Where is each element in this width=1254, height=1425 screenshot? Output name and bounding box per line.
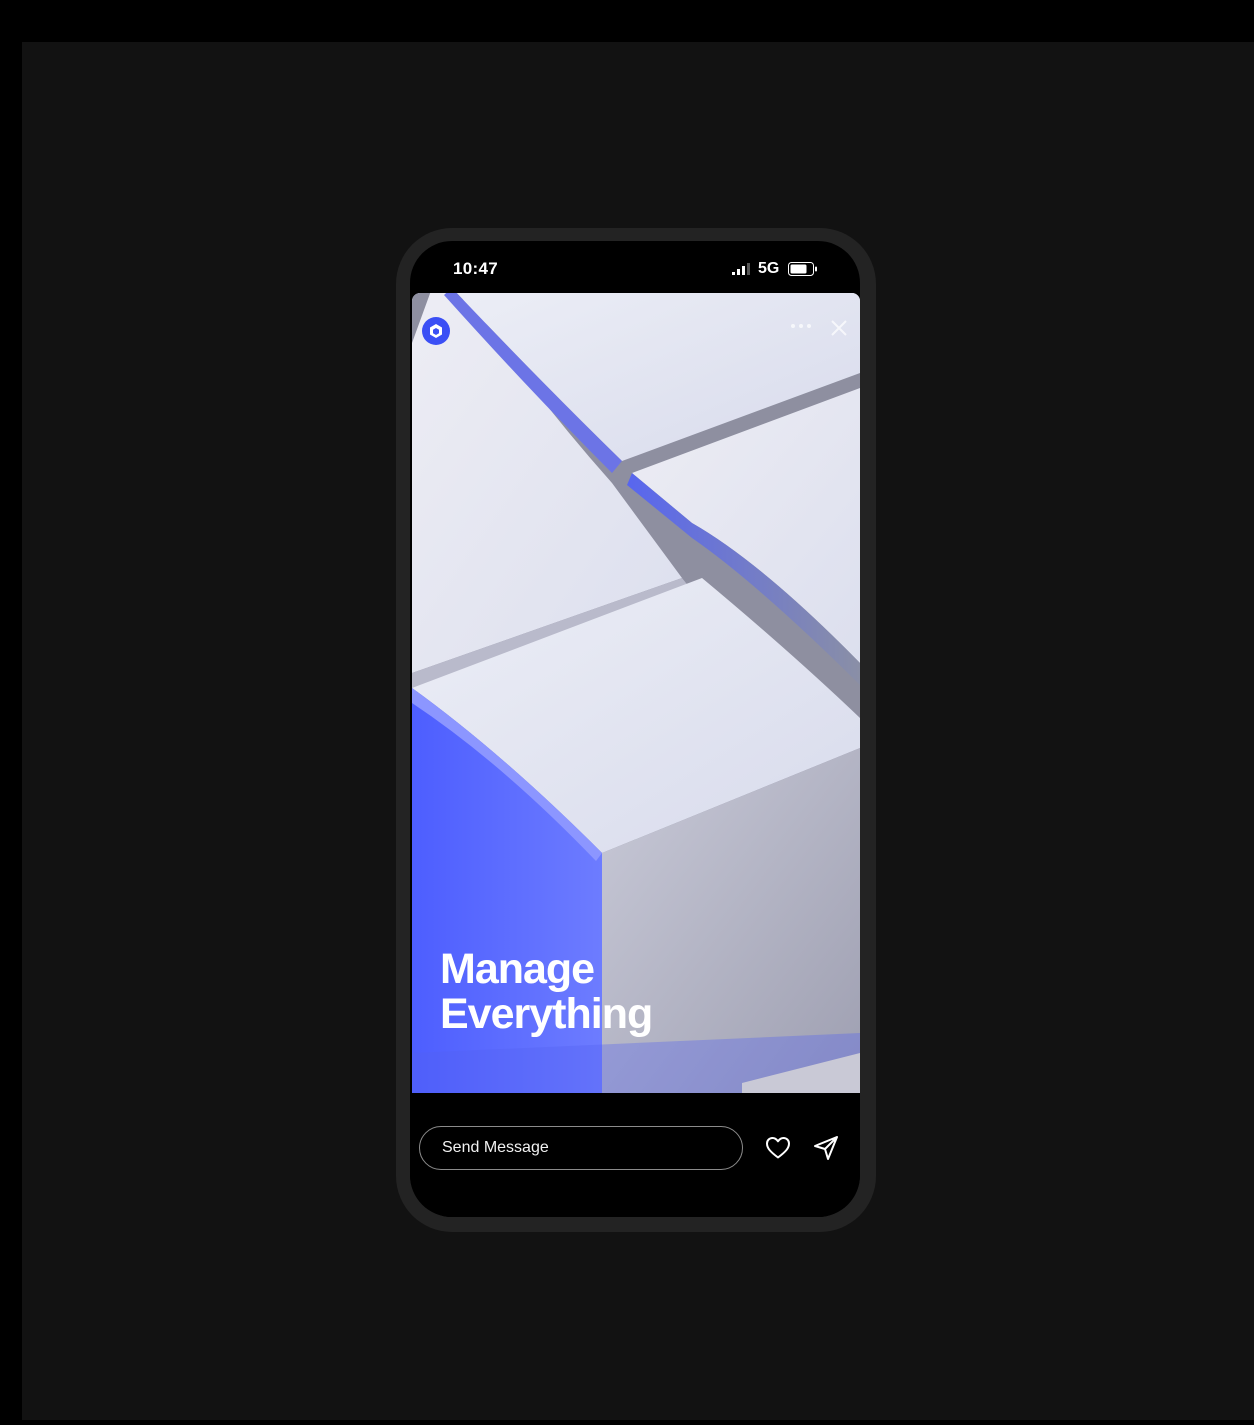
network-label: 5G: [758, 260, 780, 277]
brand-logo-icon[interactable]: [422, 317, 450, 345]
send-message-input[interactable]: [419, 1126, 743, 1170]
heart-icon: [766, 1137, 790, 1159]
signal-icon: [732, 263, 750, 275]
story-card[interactable]: Manage Everything: [412, 293, 860, 1093]
battery-icon: [788, 262, 817, 276]
status-time: 10:47: [453, 259, 498, 278]
close-icon[interactable]: [830, 319, 848, 337]
share-button[interactable]: [811, 1133, 841, 1163]
headline-line-2: Everything: [440, 990, 653, 1038]
story-headline: Manage Everything: [440, 945, 653, 1038]
more-icon[interactable]: [790, 323, 812, 329]
story-footer: [410, 1093, 860, 1217]
status-bar: 10:47 5G: [410, 241, 860, 293]
phone-frame: 10:47 5G Manage Everything Send Message: [396, 228, 876, 1232]
phone-screen: 10:47 5G Manage Everything Send Message: [410, 241, 860, 1217]
headline-line-1: Manage: [440, 945, 595, 993]
send-icon: [814, 1136, 838, 1160]
like-button[interactable]: [763, 1133, 793, 1163]
